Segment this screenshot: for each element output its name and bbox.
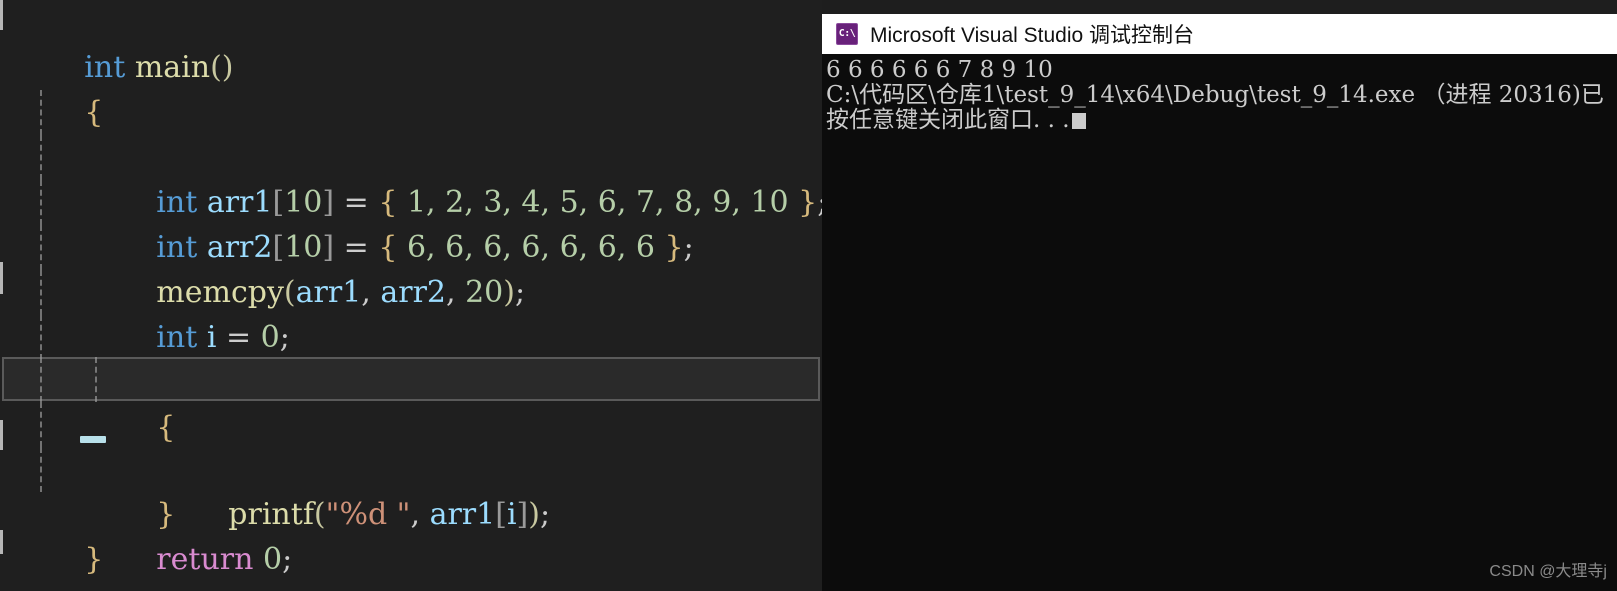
screen-root: int main() { int arr1[10] = { 1, 2, 3, 4… — [0, 0, 1617, 591]
console-output-line-text: 按任意键关闭此窗口. . . — [826, 107, 1070, 133]
indent-guide — [40, 270, 42, 315]
console-title: Microsoft Visual Studio 调试控制台 — [870, 24, 1195, 47]
indent-guide — [40, 135, 42, 180]
code-line[interactable]: int arr1[10] = { 1, 2, 3, 4, 5, 6, 7, 8,… — [0, 90, 822, 220]
token-brace: } — [84, 542, 104, 577]
code-editor-pane[interactable]: int main() { int arr1[10] = { 1, 2, 3, 4… — [0, 0, 822, 591]
code-line[interactable]: memcpy(arr1, arr2, 20); — [0, 180, 822, 310]
indent-guide — [40, 315, 42, 360]
code-lines-container[interactable]: int main() { int arr1[10] = { 1, 2, 3, 4… — [0, 0, 822, 591]
code-line[interactable]: int main() — [0, 0, 822, 85]
console-output[interactable]: 6 6 6 6 6 6 7 8 9 10 C:\代码区\仓库1\test_9_1… — [822, 54, 1617, 591]
console-titlebar[interactable]: C:\ Microsoft Visual Studio 调试控制台 — [822, 14, 1617, 54]
code-line[interactable]: int i = 0; — [0, 225, 822, 355]
indent-guide — [40, 402, 42, 447]
token-number: 0 — [262, 542, 283, 577]
code-line[interactable]: { — [0, 315, 822, 445]
indent-guide — [40, 357, 42, 402]
indent-guide — [40, 225, 42, 270]
code-line[interactable]: } — [0, 492, 822, 577]
console-output-line: 6 6 6 6 6 6 7 8 9 10 — [826, 57, 1053, 83]
console-cursor — [1071, 113, 1086, 129]
code-line[interactable]: int arr2[10] = { 6, 6, 6, 6, 6, 6, 6 }; — [0, 135, 822, 265]
indent-guide — [95, 357, 97, 402]
code-line-current[interactable]: printf("%d ", arr1[i]); — [0, 357, 822, 532]
indent-guide — [40, 180, 42, 225]
token-keyword-control: return — [156, 542, 254, 577]
console-output-line-with-cursor: 按任意键关闭此窗口. . . — [826, 108, 1617, 133]
indent-guide — [40, 90, 42, 135]
text-caret-marker — [80, 436, 106, 443]
code-line[interactable]: } — [0, 402, 822, 532]
indent-guide — [40, 447, 42, 492]
console-icon-label: C:\ — [838, 28, 856, 39]
console-app-icon: C:\ — [836, 23, 858, 45]
code-line[interactable]: return 0; — [0, 447, 822, 577]
console-window[interactable]: C:\ Microsoft Visual Studio 调试控制台 6 6 6 … — [822, 14, 1617, 591]
console-output-line: C:\代码区\仓库1\test_9_14\x64\Debug\test_9_14… — [826, 82, 1604, 108]
code-line[interactable]: { — [0, 45, 822, 130]
code-line[interactable]: for (i = 0; i < 10; i++) — [0, 270, 822, 400]
watermark-label: CSDN @大理寺j — [1489, 563, 1607, 580]
